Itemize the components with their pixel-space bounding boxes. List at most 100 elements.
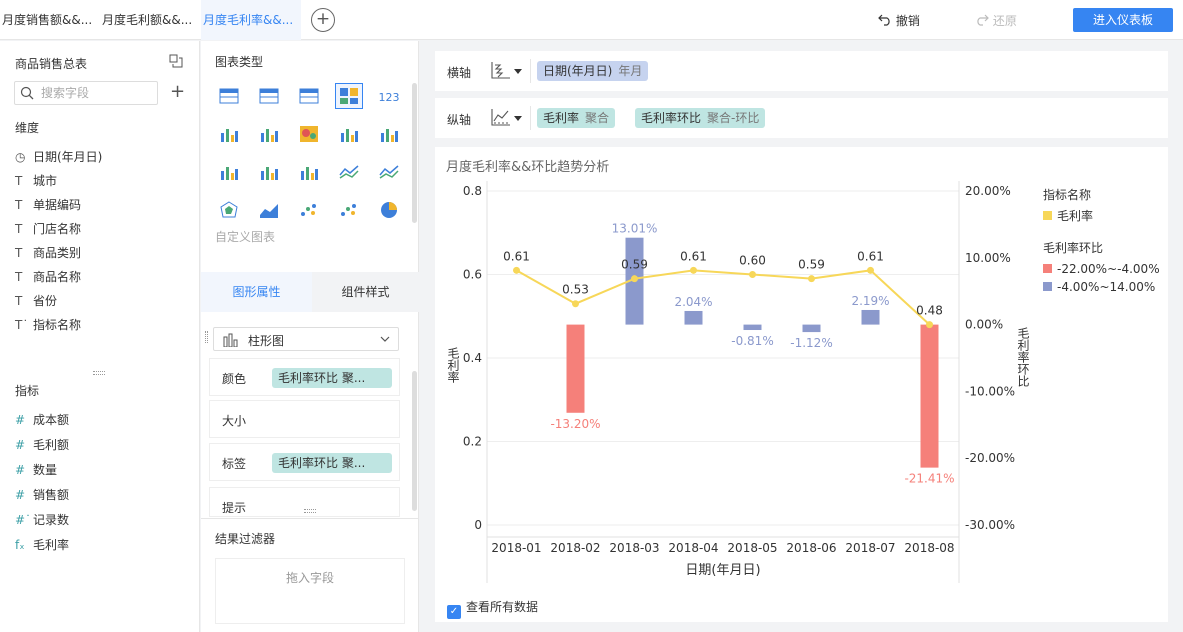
- metric-field[interactable]: # 成本额: [15, 410, 69, 430]
- x-tick-label: 2018-07: [845, 541, 895, 555]
- cross-table-icon: [259, 88, 279, 104]
- metric-field[interactable]: # 毛利额: [15, 435, 69, 455]
- chart-type-scatter-icon[interactable]: [295, 159, 323, 185]
- dimension-field[interactable]: T˙ 指标名称: [15, 315, 81, 335]
- chart-type-radar-icon[interactable]: [215, 197, 243, 223]
- chart-type-cross-table-icon[interactable]: [255, 83, 283, 109]
- chart-type-stacked-column-icon[interactable]: [255, 159, 283, 185]
- bar-data-label: -0.81%: [731, 334, 773, 348]
- checkbox-checked-icon[interactable]: ✓: [447, 605, 461, 619]
- dimension-field[interactable]: ◷ 日期(年月日): [15, 147, 102, 167]
- chart-type-grouped-bar-icon[interactable]: [375, 121, 403, 147]
- margin-line-point: [690, 266, 697, 274]
- top-bar: 月度销售额&&... 月度毛利额&&... 月度毛利率&&... + 撤销 还原…: [0, 0, 1183, 40]
- chart-type-column-chart-icon[interactable]: [215, 159, 243, 185]
- y-axis-caret-icon[interactable]: [514, 116, 522, 121]
- chart-type-line-icon[interactable]: [375, 159, 403, 185]
- trend-line-icon: [260, 204, 278, 218]
- prop-color[interactable]: 颜色 毛利率环比 聚...: [209, 358, 400, 396]
- axis-type-icon[interactable]: [490, 106, 512, 128]
- dimension-field[interactable]: T 省份: [15, 291, 57, 311]
- dimension-field[interactable]: T 城市: [15, 171, 57, 191]
- prop-color-field[interactable]: 毛利率环比 聚...: [272, 368, 392, 388]
- stacked-column-icon: [261, 167, 278, 180]
- dimension-field[interactable]: T 商品名称: [15, 267, 81, 287]
- text-icon: T: [15, 174, 23, 188]
- axis-type-icon[interactable]: [490, 59, 512, 81]
- chart-type-stacked-bar-icon[interactable]: [335, 121, 363, 147]
- add-field-button[interactable]: +: [170, 83, 185, 101]
- prop-tooltip-label: 提示: [222, 501, 247, 515]
- tab-monthly-sales[interactable]: 月度销售额&&...: [0, 0, 98, 40]
- right-tick-label: 20.00%: [965, 184, 1011, 198]
- panel-resize-handle[interactable]: [93, 371, 105, 375]
- tab-monthly-margin[interactable]: 月度毛利率&&...: [201, 0, 301, 40]
- enter-dashboard-button[interactable]: 进入仪表板: [1073, 8, 1173, 32]
- x-tick-label: 2018-04: [668, 541, 718, 555]
- chart-type-pie-icon[interactable]: [375, 197, 403, 223]
- multi-value-icon: [221, 129, 238, 142]
- chart-type-kpi-number-icon[interactable]: 123: [375, 83, 403, 109]
- metric-field[interactable]: # 数量: [15, 460, 57, 480]
- line-data-label: 0.59: [798, 258, 825, 272]
- chart-type-list-icon[interactable]: [255, 121, 283, 147]
- chart-type-trend-line-icon[interactable]: [255, 197, 283, 223]
- search-input[interactable]: [41, 85, 151, 101]
- chart-types-title: 图表类型: [215, 55, 264, 69]
- switch-dataset-icon[interactable]: [169, 54, 183, 68]
- margin-line-point: [631, 275, 638, 283]
- chart-type-multi-value-icon[interactable]: [215, 121, 243, 147]
- custom-chart-link[interactable]: 自定义图表: [215, 228, 275, 245]
- prop-label[interactable]: 标签 毛利率环比 聚...: [209, 443, 400, 481]
- y-axis-field-pill-2[interactable]: 毛利率环比 聚合-环比: [635, 108, 766, 128]
- y-axis-right-title: 毛利率环比: [1016, 327, 1030, 388]
- bar-data-label: -13.20%: [550, 417, 600, 431]
- chart-type-bubble-icon[interactable]: [335, 197, 363, 223]
- metric-field[interactable]: #˙ 记录数: [15, 510, 69, 530]
- tab-component-style[interactable]: 组件样式: [312, 272, 419, 312]
- metric-field[interactable]: fₓ 毛利率: [15, 535, 69, 555]
- metrics-title: 指标: [15, 384, 40, 398]
- dimension-field[interactable]: T 商品类别: [15, 243, 81, 263]
- chart-type-area-icon[interactable]: [335, 159, 363, 185]
- y-axis-row: 纵轴 毛利率 聚合 毛利率环比 聚合-环比: [435, 98, 1168, 138]
- add-tab-button[interactable]: +: [311, 8, 335, 32]
- properties-scrollbar[interactable]: [412, 371, 417, 511]
- stacked-bar-icon: [341, 129, 358, 142]
- y-axis-field-pill-1[interactable]: 毛利率 聚合: [537, 108, 616, 128]
- tab-monthly-gross-profit[interactable]: 月度毛利额&&...: [100, 0, 200, 40]
- chart-type-heatmap-icon[interactable]: [295, 121, 323, 147]
- undo-icon: [878, 14, 890, 26]
- dimension-field[interactable]: T 单据编码: [15, 195, 81, 215]
- chart-card: 月度毛利率&&环比趋势分析 0.8 0.6 0.4 0.2 0 20.00% 10.00% 0…: [435, 147, 1168, 622]
- margin-line-point: [513, 266, 520, 274]
- x-axis-field-pill[interactable]: 日期(年月日) 年月: [537, 61, 649, 81]
- radar-icon: [220, 201, 238, 218]
- chart-types-scrollbar[interactable]: [412, 83, 417, 223]
- bar-chart-icon: [223, 333, 238, 347]
- bar-data-label: -1.12%: [790, 336, 832, 350]
- prop-size[interactable]: 大小: [209, 400, 400, 438]
- filter-drop-zone[interactable]: 拖入字段: [215, 558, 405, 624]
- x-axis-caret-icon[interactable]: [514, 69, 522, 74]
- dimension-field[interactable]: T 门店名称: [15, 219, 81, 239]
- metric-field[interactable]: # 销售额: [15, 485, 69, 505]
- chart-subtype-select[interactable]: 柱形图: [213, 327, 399, 351]
- legend-swatch-range: [1043, 264, 1052, 273]
- dimensions-title: 维度: [15, 121, 40, 135]
- chart-type-custom-table-icon[interactable]: [335, 83, 363, 109]
- margin-mom-bar: [684, 310, 703, 325]
- chart-type-table-icon[interactable]: [215, 83, 243, 109]
- show-all-data-checkbox[interactable]: ✓ 查看所有数据: [447, 598, 538, 619]
- prop-label-field[interactable]: 毛利率环比 聚...: [272, 453, 392, 473]
- y-axis-left-title: 毛利率: [446, 347, 460, 383]
- chart-type-dot-plot-icon[interactable]: [295, 197, 323, 223]
- chart-type-detail-table-icon[interactable]: [295, 83, 323, 109]
- redo-icon: [977, 14, 989, 26]
- redo-button[interactable]: 还原: [975, 12, 1017, 29]
- tab-graphic-properties[interactable]: 图形属性: [201, 272, 312, 312]
- property-tabs: 图形属性 组件样式: [201, 272, 419, 312]
- prop-resize-handle[interactable]: [304, 509, 316, 513]
- undo-button[interactable]: 撤销: [878, 12, 920, 29]
- drag-handle[interactable]: [205, 331, 208, 343]
